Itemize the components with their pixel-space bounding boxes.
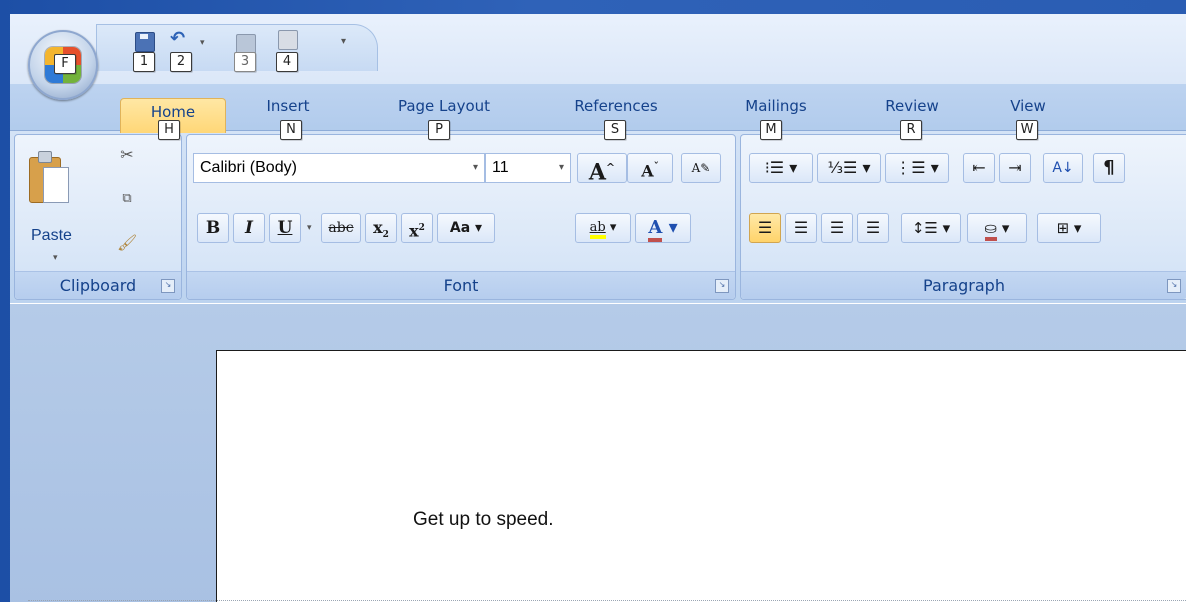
save-icon[interactable] <box>135 32 155 52</box>
underline-button[interactable]: U <box>269 213 301 243</box>
font-color-button[interactable]: A ▾ <box>635 213 691 243</box>
tab-references-keytip: S <box>604 120 626 140</box>
superscript-button[interactable]: x2 <box>401 213 433 243</box>
grow-font-label: A <box>588 159 606 186</box>
clear-formatting-icon[interactable]: A✎ <box>681 153 721 183</box>
paragraph-group: ⁝☰ ▾ ⅓☰ ▾ ⋮☰ ▾ ⇤ ⇥ A↓ ¶ ☰ ☰ ☰ ☰ ↕☰ ▾ ⛀ ▾… <box>740 134 1186 300</box>
superscript-label: x <box>409 221 419 241</box>
tab-insert-keytip: N <box>280 120 302 140</box>
clipboard-group-label: Clipboard <box>15 271 181 299</box>
font-group: Calibri (Body) ▾ 11 ▾ A^ Aˇ A✎ B I U ▾ a… <box>186 134 736 300</box>
copy-icon[interactable]: ⧉ <box>117 189 137 209</box>
change-case-button[interactable]: Aa ▾ <box>437 213 495 243</box>
paste-dropdown-arrow[interactable]: ▾ <box>53 253 58 263</box>
undo-dropdown-arrow[interactable]: ▾ <box>200 38 205 48</box>
bullets-button[interactable]: ⁝☰ ▾ <box>749 153 813 183</box>
paragraph-dialog-launcher-icon[interactable]: ↘ <box>1167 279 1181 293</box>
change-case-label: Aa <box>449 220 471 236</box>
highlight-label: ab <box>589 220 606 239</box>
sort-button[interactable]: A↓ <box>1043 153 1083 183</box>
numbering-button[interactable]: ⅓☰ ▾ <box>817 153 881 183</box>
paste-icon[interactable] <box>29 151 69 203</box>
show-hide-formatting-button[interactable]: ¶ <box>1093 153 1125 183</box>
ribbon: Paste ▾ ✂ ⧉ 🖌 Clipboard ↘ Calibri (Body)… <box>10 130 1186 303</box>
italic-button[interactable]: I <box>233 213 265 243</box>
font-name-dropdown-arrow[interactable]: ▾ <box>473 154 478 182</box>
cut-icon[interactable]: ✂ <box>117 145 137 165</box>
qat-keytip-1: 1 <box>133 52 155 72</box>
print-preview-icon[interactable] <box>236 34 256 54</box>
qat-keytip-4: 4 <box>276 52 298 72</box>
qat-keytip-3: 3 <box>234 52 256 72</box>
format-painter-icon[interactable]: 🖌 <box>117 233 137 253</box>
tab-view-keytip: W <box>1016 120 1038 140</box>
grow-font-button[interactable]: A^ <box>577 153 627 186</box>
line-spacing-button[interactable]: ↕☰ ▾ <box>901 213 961 243</box>
underline-dropdown-arrow[interactable]: ▾ <box>307 223 312 233</box>
shading-icon: ⛀ <box>984 219 998 241</box>
decrease-indent-icon[interactable]: ⇤ <box>963 153 995 183</box>
borders-button[interactable]: ⊞ ▾ <box>1037 213 1101 243</box>
shrink-font-button[interactable]: Aˇ <box>627 153 673 183</box>
shrink-font-label: A <box>641 161 654 181</box>
document-body-text[interactable]: Get up to speed. <box>413 509 554 531</box>
quick-print-icon[interactable] <box>278 30 298 50</box>
shading-button[interactable]: ⛀ ▾ <box>967 213 1027 243</box>
bold-button[interactable]: B <box>197 213 229 243</box>
font-group-title: Font <box>443 276 479 295</box>
font-size-dropdown-arrow[interactable]: ▾ <box>559 154 564 182</box>
qat-keytip-2: 2 <box>170 52 192 72</box>
highlight-button[interactable]: ab ▾ <box>575 213 631 243</box>
office-button-keytip: F <box>54 54 76 74</box>
document-page[interactable]: Get up to speed. <box>216 350 1186 602</box>
font-size-value: 11 <box>492 159 509 176</box>
justify-icon[interactable]: ☰ <box>857 213 889 243</box>
font-size-combo[interactable]: 11 ▾ <box>485 153 571 183</box>
undo-icon[interactable]: ↶ <box>170 30 188 48</box>
tab-review-keytip: R <box>900 120 922 140</box>
font-color-label: A <box>648 217 663 242</box>
word-window: F 1 ↶ ▾ 2 3 4 ▾ Home H Insert N Page Lay… <box>10 14 1186 602</box>
clipboard-group: Paste ▾ ✂ ⧉ 🖌 Clipboard ↘ <box>14 134 182 300</box>
tab-page-layout-keytip: P <box>428 120 450 140</box>
tab-home-keytip: H <box>158 120 180 140</box>
multilevel-list-button[interactable]: ⋮☰ ▾ <box>885 153 949 183</box>
subscript-label: x <box>373 218 383 237</box>
customize-qat-dropdown-icon[interactable]: ▾ <box>341 36 346 47</box>
clipboard-dialog-launcher-icon[interactable]: ↘ <box>161 279 175 293</box>
tab-mailings-keytip: M <box>760 120 782 140</box>
paragraph-group-title: Paragraph <box>923 276 1005 295</box>
clipboard-group-title: Clipboard <box>59 276 137 295</box>
slide-boundary <box>28 600 1186 601</box>
font-group-label: Font <box>187 271 735 299</box>
align-center-icon[interactable]: ☰ <box>785 213 817 243</box>
increase-indent-icon[interactable]: ⇥ <box>999 153 1031 183</box>
font-name-value: Calibri (Body) <box>200 159 297 176</box>
align-left-icon[interactable]: ☰ <box>749 213 781 243</box>
strikethrough-button[interactable]: abc <box>321 213 361 243</box>
paste-button[interactable]: Paste <box>31 227 72 245</box>
align-right-icon[interactable]: ☰ <box>821 213 853 243</box>
font-dialog-launcher-icon[interactable]: ↘ <box>715 279 729 293</box>
paragraph-group-label: Paragraph <box>741 271 1186 299</box>
subscript-button[interactable]: x2 <box>365 213 397 243</box>
font-name-combo[interactable]: Calibri (Body) ▾ <box>193 153 485 183</box>
